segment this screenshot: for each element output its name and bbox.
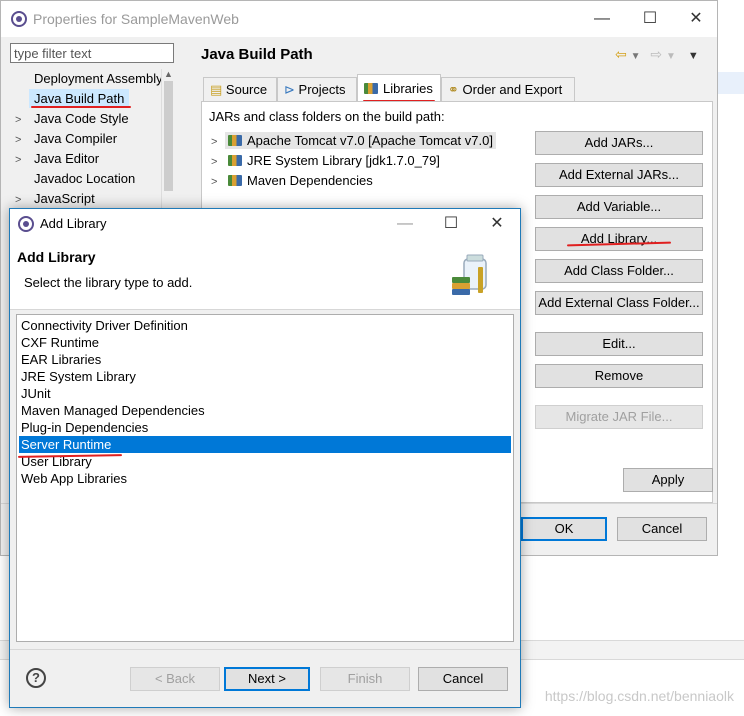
minimize-icon[interactable]: — bbox=[587, 9, 617, 29]
tree-item-java-code-style[interactable]: > Java Code Style bbox=[15, 109, 161, 129]
library-jars-icon bbox=[452, 254, 487, 295]
tree-item-java-compiler[interactable]: > Java Compiler bbox=[15, 129, 161, 149]
filter-input[interactable]: type filter text bbox=[10, 43, 174, 63]
tree-item-deployment-assembly[interactable]: Deployment Assembly bbox=[15, 69, 163, 89]
tree-item-maven-dependencies[interactable]: > Maven Dependencies bbox=[211, 171, 373, 191]
list-item[interactable]: Plug-in Dependencies bbox=[19, 419, 511, 436]
properties-title: Properties for SampleMavenWeb bbox=[33, 11, 239, 27]
chevron-right-icon[interactable]: > bbox=[15, 130, 29, 150]
build-path-label: JARs and class folders on the build path… bbox=[209, 109, 445, 124]
list-item[interactable]: JRE System Library bbox=[19, 368, 511, 385]
tree-item-java-editor[interactable]: > Java Editor bbox=[15, 149, 161, 169]
maximize-icon[interactable]: ☐ bbox=[436, 214, 466, 234]
dialog-heading: Add Library bbox=[17, 249, 96, 265]
separator bbox=[10, 649, 520, 650]
finish-button[interactable]: Finish bbox=[320, 667, 410, 691]
chevron-right-icon[interactable]: > bbox=[211, 132, 225, 152]
help-icon[interactable]: ? bbox=[26, 668, 46, 688]
list-item[interactable]: EAR Libraries bbox=[19, 351, 511, 368]
cancel-button[interactable]: Cancel bbox=[617, 517, 707, 541]
projects-folder-icon: ⊳ bbox=[284, 82, 295, 97]
list-item[interactable]: Connectivity Driver Definition bbox=[19, 317, 511, 334]
order-export-icon: ⚭ bbox=[448, 82, 459, 97]
page-title: Java Build Path bbox=[201, 46, 313, 63]
view-menu-icon[interactable]: ▼ bbox=[688, 50, 699, 62]
scroll-up-icon[interactable]: ▲ bbox=[162, 69, 175, 79]
libraries-icon bbox=[364, 83, 378, 94]
chevron-right-icon[interactable]: > bbox=[211, 172, 225, 192]
source-folder-icon: ▤ bbox=[210, 82, 223, 97]
minimize-icon[interactable]: — bbox=[390, 214, 420, 234]
tab-libraries[interactable]: Libraries bbox=[357, 74, 441, 102]
build-path-tree: > Apache Tomcat v7.0 [Apache Tomcat v7.0]… bbox=[211, 129, 529, 209]
chevron-right-icon[interactable]: > bbox=[15, 190, 29, 210]
list-item[interactable]: Server Runtime bbox=[19, 436, 511, 453]
tree-item-javascript[interactable]: > JavaScript bbox=[15, 189, 161, 209]
dialog-description: Select the library type to add. bbox=[24, 275, 193, 290]
add-variable-button[interactable]: Add Variable... bbox=[535, 195, 703, 219]
list-item[interactable]: CXF Runtime bbox=[19, 334, 511, 351]
back-arrow-icon[interactable]: ⇦ bbox=[615, 46, 627, 62]
list-item[interactable]: Maven Managed Dependencies bbox=[19, 402, 511, 419]
tree-item-jre-system-library[interactable]: > JRE System Library [jdk1.7.0_79] bbox=[211, 151, 440, 171]
properties-titlebar: Properties for SampleMavenWeb — ☐ ✕ bbox=[1, 1, 717, 37]
tree-scrollbar[interactable]: ▲ bbox=[161, 69, 175, 209]
library-icon bbox=[228, 155, 242, 166]
library-icon bbox=[228, 175, 242, 186]
scrollbar-thumb[interactable] bbox=[164, 81, 173, 191]
chevron-right-icon[interactable]: > bbox=[15, 110, 29, 130]
eclipse-icon bbox=[11, 11, 27, 27]
close-icon[interactable]: ✕ bbox=[482, 214, 512, 234]
remove-button[interactable]: Remove bbox=[535, 364, 703, 388]
dialog-header: Add Library Select the library type to a… bbox=[10, 239, 520, 309]
add-jars-button[interactable]: Add JARs... bbox=[535, 131, 703, 155]
dialog-title: Add Library bbox=[40, 216, 107, 231]
add-class-folder-button[interactable]: Add Class Folder... bbox=[535, 259, 703, 283]
list-item[interactable]: JUnit bbox=[19, 385, 511, 402]
apply-button[interactable]: Apply bbox=[623, 468, 713, 492]
tab-source[interactable]: ▤ Source bbox=[203, 77, 277, 101]
navigation-arrows: ⇦ ▼ ⇨ ▼ ▼ bbox=[615, 46, 699, 63]
watermark: https://blog.csdn.net/benniaolk bbox=[544, 688, 734, 704]
migrate-jar-button[interactable]: Migrate JAR File... bbox=[535, 405, 703, 429]
add-external-class-folder-button[interactable]: Add External Class Folder... bbox=[535, 291, 703, 315]
add-external-jars-button[interactable]: Add External JARs... bbox=[535, 163, 703, 187]
add-library-dialog: Add Library — ☐ ✕ Add Library Select the… bbox=[9, 208, 521, 708]
annotation-underline bbox=[31, 106, 131, 108]
library-type-list: Connectivity Driver Definition CXF Runtim… bbox=[16, 314, 514, 642]
header-separator bbox=[10, 309, 520, 310]
add-library-button[interactable]: Add Library... bbox=[535, 227, 703, 251]
tree-item-javadoc-location[interactable]: Javadoc Location bbox=[15, 169, 161, 189]
chevron-down-icon[interactable]: ▼ bbox=[666, 51, 676, 62]
editor-highlight-band bbox=[718, 72, 744, 94]
list-item[interactable]: Web App Libraries bbox=[19, 470, 511, 487]
library-icon bbox=[228, 135, 242, 146]
property-tree: Deployment Assembly Java Build Path > Jav… bbox=[15, 69, 163, 209]
tab-projects[interactable]: ⊳ Projects bbox=[277, 77, 357, 101]
back-button[interactable]: < Back bbox=[130, 667, 220, 691]
ok-button[interactable]: OK bbox=[521, 517, 607, 541]
chevron-right-icon[interactable]: > bbox=[211, 152, 225, 172]
dialog-cancel-button[interactable]: Cancel bbox=[418, 667, 508, 691]
chevron-down-icon[interactable]: ▼ bbox=[631, 51, 641, 62]
next-button[interactable]: Next > bbox=[224, 667, 310, 691]
eclipse-icon bbox=[18, 216, 34, 232]
close-icon[interactable]: ✕ bbox=[681, 9, 711, 29]
tab-order-export[interactable]: ⚭ Order and Export bbox=[441, 77, 575, 101]
maximize-icon[interactable]: ☐ bbox=[635, 9, 665, 29]
forward-arrow-icon[interactable]: ⇨ bbox=[650, 46, 662, 62]
edit-button[interactable]: Edit... bbox=[535, 332, 703, 356]
chevron-right-icon[interactable]: > bbox=[15, 150, 29, 170]
add-library-titlebar: Add Library — ☐ ✕ bbox=[10, 209, 520, 239]
tree-item-apache-tomcat[interactable]: > Apache Tomcat v7.0 [Apache Tomcat v7.0] bbox=[211, 131, 496, 151]
